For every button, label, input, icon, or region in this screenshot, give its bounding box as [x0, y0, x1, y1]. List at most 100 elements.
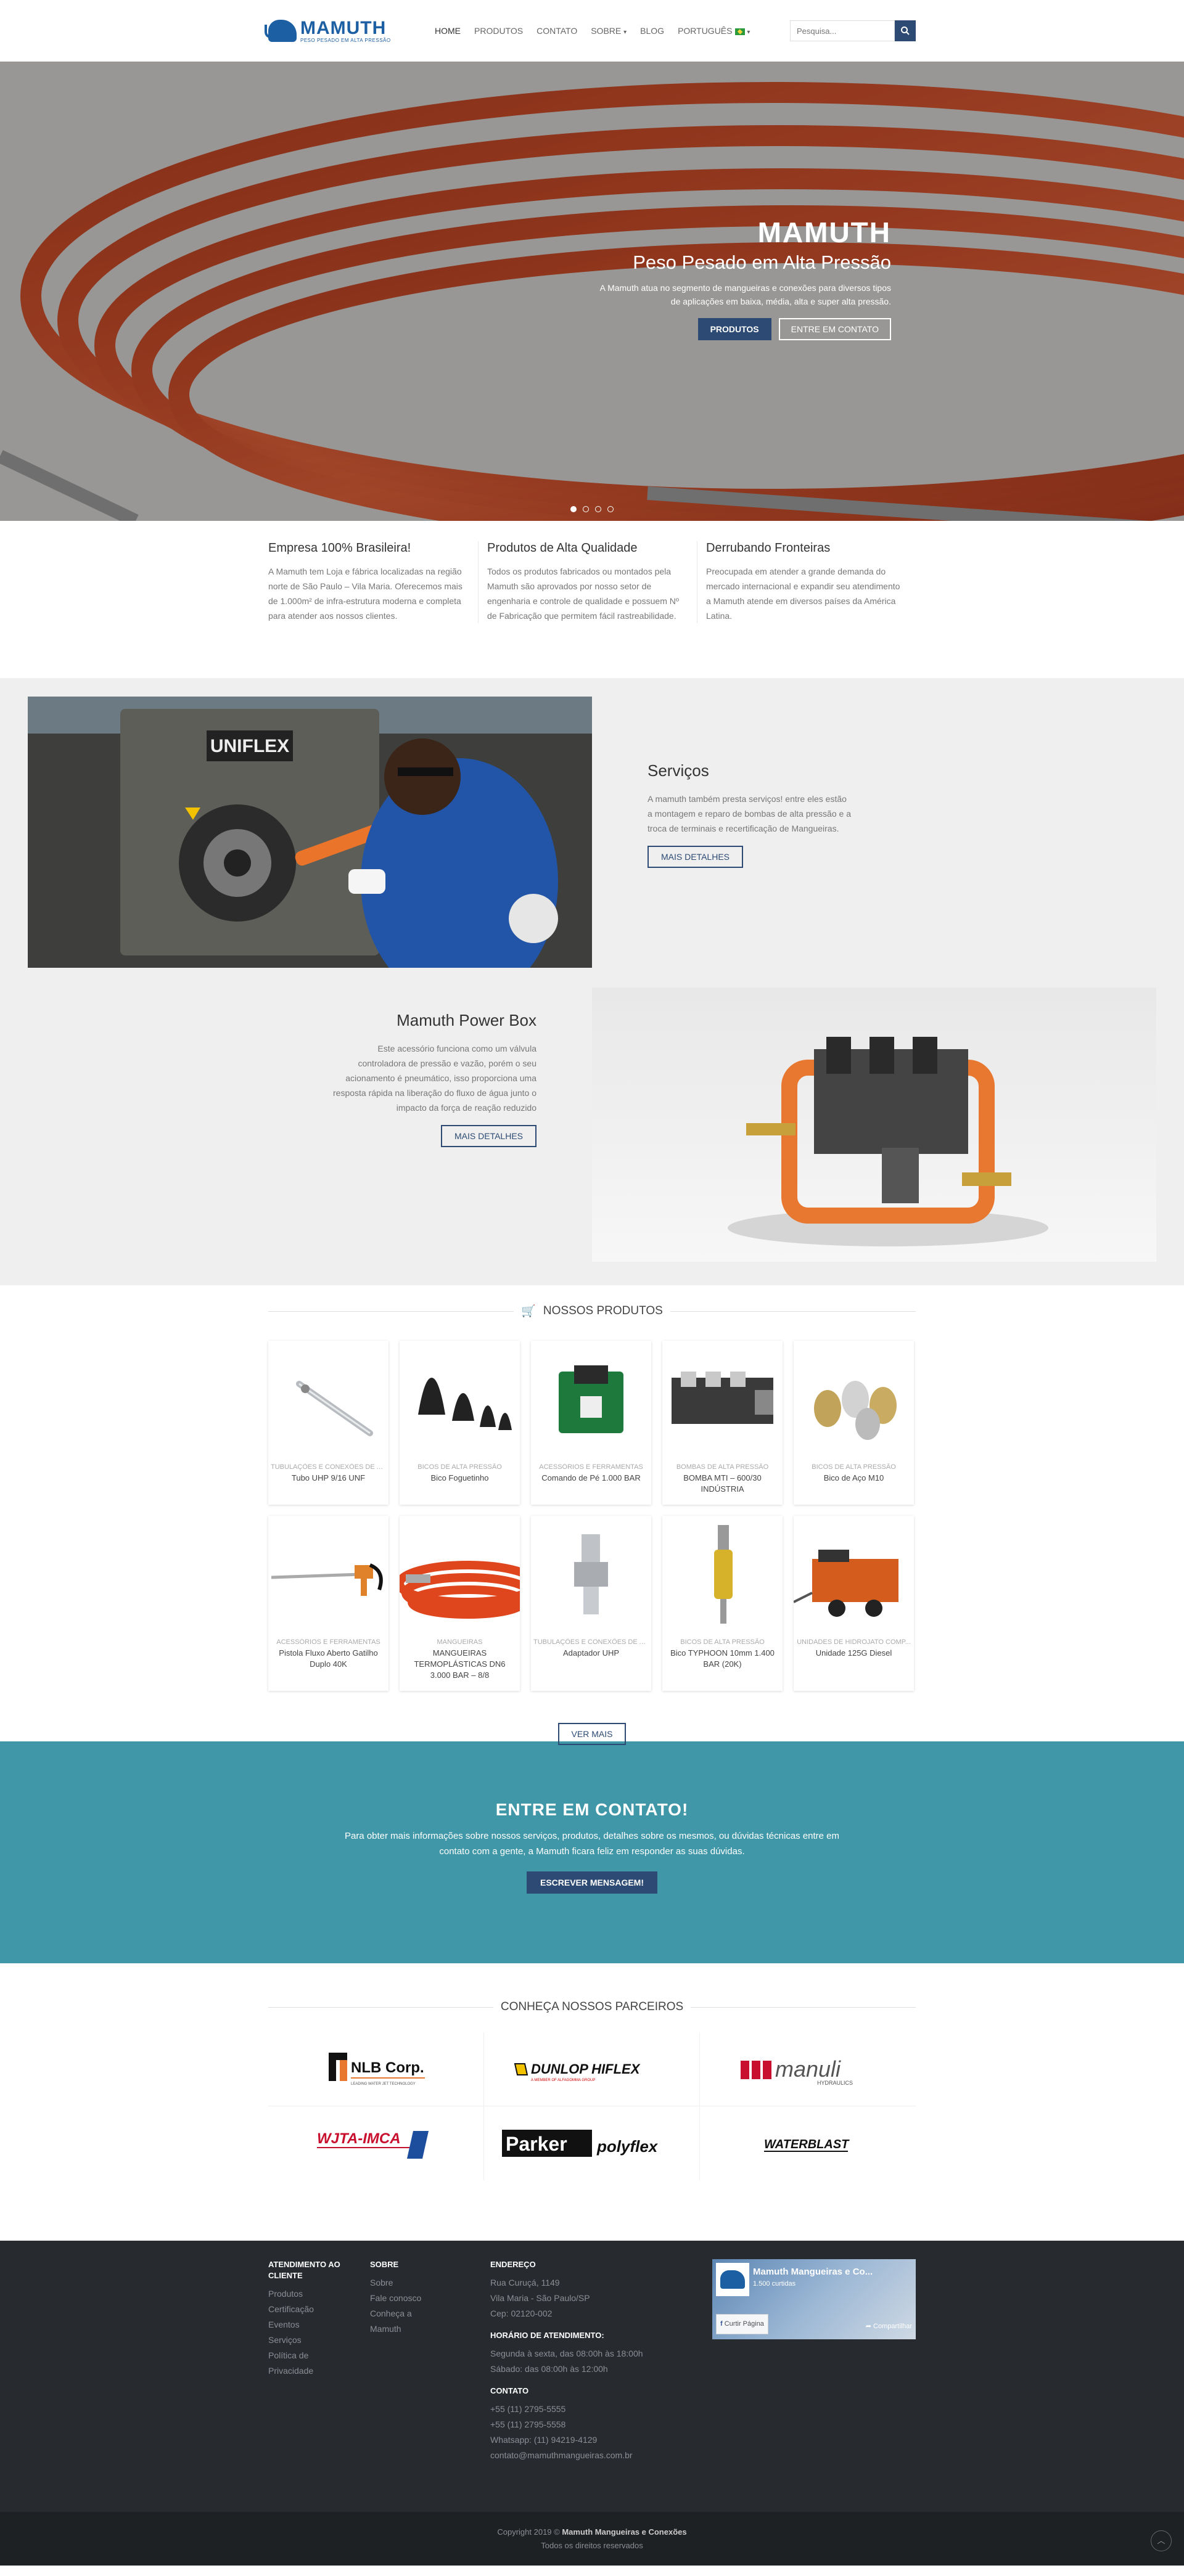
view-more-button[interactable]: VER MAIS [557, 1723, 627, 1745]
facebook-share-button[interactable]: ➦ Compartilhar [866, 2319, 912, 2334]
facebook-page-widget[interactable]: Mamuth Mangueiras e Co... 1.500 curtidas… [712, 2259, 916, 2339]
product-name[interactable]: Bico de Aço M10 [794, 1473, 914, 1494]
slider-dot-2[interactable] [583, 506, 589, 512]
partner-manuli[interactable]: manuli HYDRAULICS [700, 2032, 916, 2106]
feature-title: Derrubando Fronteiras [706, 541, 831, 555]
partner-dunlop[interactable]: DUNLOP HIFLEX A MEMBER OF ALFAGOMMA GROU… [484, 2032, 700, 2106]
product-card[interactable]: BICOS DE ALTA PRESSÃO Bico Foguetinho [400, 1341, 520, 1505]
partner-waterblast[interactable]: WATERBLAST [700, 2106, 916, 2180]
search-button[interactable] [895, 20, 916, 41]
footer-link-privacidade[interactable]: Política de Privacidade [268, 2348, 330, 2379]
product-image[interactable] [531, 1516, 651, 1636]
hours-line: Segunda à sexta, das 08:00h às 18:00h [490, 2349, 643, 2358]
footer-about-column: SOBRE Sobre Fale conosco Conheça a Mamut… [370, 2259, 490, 2463]
product-card[interactable]: BICOS DE ALTA PRESSÃO Bico TYPHOON 10mm 1… [662, 1516, 783, 1691]
product-category[interactable]: TUBULAÇÕES E CONEXÕES DE AL... [531, 1638, 651, 1646]
product-card[interactable]: TUBULAÇÕES E CONEXÕES DE AL... Adaptador … [531, 1516, 651, 1691]
nav-blog[interactable]: BLOG [640, 26, 664, 36]
contact-phone-1[interactable]: +55 (11) 2795-5555 [490, 2402, 712, 2417]
write-message-button[interactable]: ESCREVER MENSAGEM! [526, 1871, 658, 1894]
product-card[interactable]: MANGUEIRAS MANGUEIRAS TERMOPLÁSTICAS DN6 … [400, 1516, 520, 1691]
product-name[interactable]: Unidade 125G Diesel [794, 1648, 914, 1669]
product-image[interactable] [794, 1341, 914, 1461]
footer-link-conheca[interactable]: Conheça a Mamuth [370, 2306, 419, 2337]
product-name[interactable]: Bico TYPHOON 10mm 1.400 BAR (20K) [662, 1648, 783, 1680]
hero-products-button[interactable]: PRODUTOS [697, 318, 771, 340]
manuli-logo: manuli HYDRAULICS [741, 2056, 853, 2086]
footer-link-certificacao[interactable]: Certificação [268, 2302, 370, 2317]
nav-language[interactable]: PORTUGUÊS ▾ [678, 26, 750, 36]
slider-dot-1[interactable] [570, 506, 577, 512]
facebook-like-button[interactable]: f Curtir Página [716, 2314, 768, 2334]
feature-brazilian: Empresa 100% Brasileira! A Mamuth tem Lo… [268, 541, 478, 623]
nlb-tagline: LEADING WATER JET TECHNOLOGY [351, 2082, 416, 2086]
product-card[interactable]: ACESSÓRIOS E FERRAMENTAS Comando de Pé 1.… [531, 1341, 651, 1505]
slider-dot-4[interactable] [607, 506, 614, 512]
product-category[interactable]: BICOS DE ALTA PRESSÃO [400, 1463, 520, 1471]
product-image[interactable] [400, 1516, 520, 1636]
powerbox-details-button[interactable]: MAIS DETALHES [441, 1125, 536, 1147]
nav-contato[interactable]: CONTATO [536, 26, 577, 36]
search-input[interactable] [790, 20, 895, 41]
back-to-top-button[interactable]: ︿ [1151, 2530, 1172, 2551]
product-category[interactable]: ACESSÓRIOS E FERRAMENTAS [531, 1463, 651, 1471]
services-band: UNIFLEX Serviços A mamuth também presta … [0, 678, 1184, 1285]
partner-parker[interactable]: Parker polyflex [484, 2106, 700, 2180]
product-name[interactable]: Comando de Pé 1.000 BAR [531, 1473, 651, 1494]
slider-dots [570, 506, 614, 512]
product-name[interactable]: Pistola Fluxo Aberto Gatilho Duplo 40K [268, 1648, 388, 1680]
product-name[interactable]: Bico Foguetinho [400, 1473, 520, 1494]
product-image[interactable] [662, 1516, 783, 1636]
product-image[interactable] [400, 1341, 520, 1461]
slider-dot-3[interactable] [595, 506, 601, 512]
product-name[interactable]: Adaptador UHP [531, 1648, 651, 1669]
manuli-tagline: HYDRAULICS [817, 2080, 853, 2086]
partner-nlb[interactable]: NLB Corp. LEADING WATER JET TECHNOLOGY [268, 2032, 484, 2106]
product-category[interactable]: TUBULAÇÕES E CONEXÕES DE AL... [268, 1463, 388, 1471]
feature-text: Preocupada em atender a grande demanda d… [706, 566, 900, 621]
product-card[interactable]: ACESSÓRIOS E FERRAMENTAS Pistola Fluxo Ab… [268, 1516, 388, 1691]
mammoth-logo-icon [265, 20, 297, 42]
product-card[interactable]: UNIDADES DE HIDROJATO COMP... Unidade 125… [794, 1516, 914, 1691]
contact-email[interactable]: contato@mamuthmangueiras.com.br [490, 2448, 712, 2463]
product-name[interactable]: BOMBA MTI – 600/30 INDÚSTRIA [662, 1473, 783, 1505]
product-card[interactable]: BOMBAS DE ALTA PRESSÃO BOMBA MTI – 600/30… [662, 1341, 783, 1505]
nav-produtos[interactable]: PRODUTOS [474, 26, 523, 36]
nav-sobre[interactable]: SOBRE ▾ [591, 26, 627, 36]
product-image[interactable] [268, 1516, 388, 1636]
product-category[interactable]: MANGUEIRAS [400, 1638, 520, 1646]
address-line: Rua Curuçá, 1149 [490, 2278, 560, 2288]
product-category[interactable]: BICOS DE ALTA PRESSÃO [794, 1463, 914, 1471]
hours-line: Sábado: das 08:00h às 12:00h [490, 2364, 608, 2374]
product-card[interactable]: BICOS DE ALTA PRESSÃO Bico de Aço M10 [794, 1341, 914, 1505]
footer-link-fale-conosco[interactable]: Fale conosco [370, 2291, 490, 2306]
footer-link-produtos[interactable]: Produtos [268, 2286, 370, 2302]
logo[interactable]: MAMUTH PESO PESADO EM ALTA PRESSÃO [265, 18, 410, 43]
product-image[interactable] [794, 1516, 914, 1636]
product-image[interactable] [531, 1341, 651, 1461]
product-category[interactable]: BICOS DE ALTA PRESSÃO [662, 1638, 783, 1646]
footer-link-eventos[interactable]: Eventos [268, 2317, 370, 2333]
copyright-company: Mamuth Mangueiras e Conexões [562, 2527, 687, 2537]
product-category[interactable]: ACESSÓRIOS E FERRAMENTAS [268, 1638, 388, 1646]
product-name[interactable]: Tubo UHP 9/16 UNF [268, 1473, 388, 1494]
product-image[interactable] [268, 1341, 388, 1461]
footer-link-sobre[interactable]: Sobre [370, 2275, 490, 2291]
chevron-down-icon: ▾ [747, 29, 750, 36]
brazil-flag-icon [734, 28, 745, 35]
product-image[interactable] [662, 1341, 783, 1461]
waterblast-name: WATERBLAST [764, 2138, 850, 2151]
partner-wjta[interactable]: WJTA-IMCA [268, 2106, 484, 2180]
contact-phone-2[interactable]: +55 (11) 2795-5558 [490, 2417, 712, 2432]
hero-contact-button[interactable]: ENTRE EM CONTATO [778, 318, 891, 340]
services-details-button[interactable]: MAIS DETALHES [648, 846, 743, 868]
product-card[interactable]: TUBULAÇÕES E CONEXÕES DE AL... Tubo UHP 9… [268, 1341, 388, 1505]
contact-whatsapp[interactable]: Whatsapp: (11) 94219-4129 [490, 2432, 712, 2448]
nav-home[interactable]: HOME [435, 26, 461, 36]
footer-link-servicos[interactable]: Serviços [268, 2333, 370, 2348]
products-section: 🛒 NOSSOS PRODUTOS TUBULAÇÕES E CONEXÕES … [0, 1285, 1184, 1745]
product-name[interactable]: MANGUEIRAS TERMOPLÁSTICAS DN6 3.000 BAR … [400, 1648, 520, 1691]
product-category[interactable]: UNIDADES DE HIDROJATO COMP... [794, 1638, 914, 1646]
dunlop-name: DUNLOP HIFLEX [531, 2061, 641, 2077]
product-category[interactable]: BOMBAS DE ALTA PRESSÃO [662, 1463, 783, 1471]
